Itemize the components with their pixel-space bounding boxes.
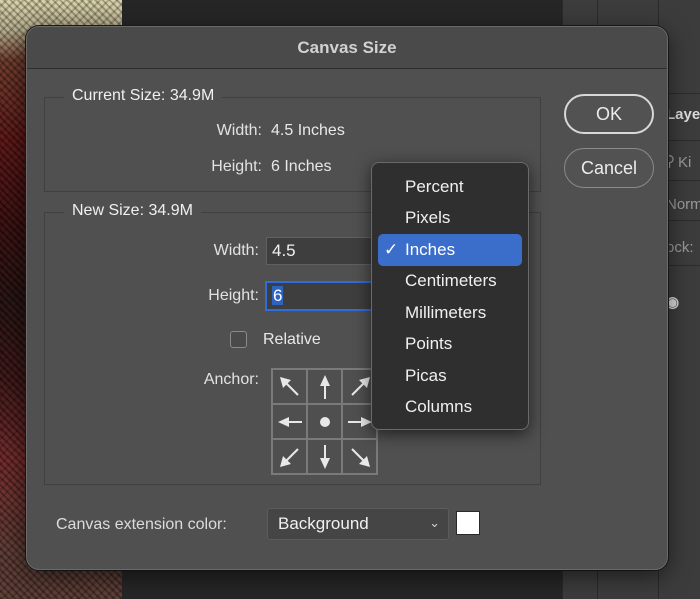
menu-item-points[interactable]: Points	[378, 329, 522, 361]
ok-button-label: OK	[595, 103, 622, 124]
anchor-center[interactable]	[307, 404, 342, 439]
arrow-up-icon	[319, 374, 330, 399]
anchor-top[interactable]	[307, 369, 342, 404]
lock-label: ock:	[666, 239, 694, 256]
width-input[interactable]: 4.5	[266, 237, 386, 265]
unit-dropdown-menu: Percent Pixels ✓ Inches Centimeters Mill…	[371, 162, 529, 430]
current-height-value: 6 Inches	[271, 158, 332, 175]
new-width-label: Width:	[213, 242, 259, 259]
dialog-titlebar: Canvas Size	[27, 27, 667, 69]
arrow-down-left-icon	[279, 447, 299, 467]
arrow-down-icon	[319, 444, 330, 469]
extension-color-swatch[interactable]	[456, 511, 480, 535]
anchor-left[interactable]	[272, 404, 307, 439]
menu-item-label: Pixels	[405, 208, 451, 228]
checkmark-icon: ✓	[384, 239, 399, 259]
arrow-up-left-icon	[279, 376, 299, 396]
extension-color-select[interactable]: Background ⌄	[267, 508, 449, 540]
dialog-title: Canvas Size	[297, 37, 397, 57]
anchor-grid	[271, 368, 378, 475]
menu-item-columns[interactable]: Columns	[378, 392, 522, 424]
arrow-up-right-icon	[350, 376, 370, 396]
width-input-value: 4.5	[272, 241, 296, 260]
menu-item-label: Columns	[405, 397, 473, 417]
cancel-button[interactable]: Cancel	[564, 148, 654, 188]
layers-panel-title: Laye	[666, 106, 700, 123]
menu-item-label: Millimeters	[405, 302, 487, 322]
ok-button[interactable]: OK	[564, 94, 654, 134]
layers-search-text: Ki	[678, 154, 692, 171]
new-height-label: Height:	[208, 287, 259, 304]
new-size-title: New Size: 34.9M	[64, 202, 201, 220]
menu-item-label: Points	[405, 334, 453, 354]
arrow-down-right-icon	[350, 447, 370, 467]
extension-color-value: Background	[278, 514, 369, 533]
menu-item-label: Picas	[405, 365, 447, 385]
extension-color-label: Canvas extension color:	[56, 516, 227, 533]
current-width-label: Width:	[216, 122, 262, 139]
menu-item-label: Percent	[405, 176, 464, 196]
chevron-down-icon: ⌄	[429, 515, 440, 530]
arrow-left-icon	[277, 416, 302, 427]
relative-label: Relative	[263, 331, 321, 348]
relative-checkbox[interactable]	[230, 331, 247, 348]
anchor-top-left[interactable]	[272, 369, 307, 404]
menu-item-label: Inches	[405, 239, 456, 259]
cancel-button-label: Cancel	[580, 157, 638, 178]
canvas-size-dialog: Canvas Size Current Size: 34.9M Width: 4…	[26, 26, 668, 570]
current-size-title: Current Size: 34.9M	[64, 87, 223, 105]
anchor-label: Anchor:	[203, 371, 259, 388]
current-width-value: 4.5 Inches	[271, 122, 345, 139]
menu-item-millimeters[interactable]: Millimeters	[378, 297, 522, 329]
menu-item-pixels[interactable]: Pixels	[378, 203, 522, 235]
anchor-bottom-right[interactable]	[342, 439, 377, 474]
menu-item-label: Centimeters	[405, 271, 497, 291]
height-input[interactable]: 6	[265, 281, 387, 311]
dot-icon	[319, 416, 330, 427]
menu-item-centimeters[interactable]: Centimeters	[378, 266, 522, 298]
blend-mode-label: Norm	[666, 196, 700, 213]
menu-item-inches[interactable]: ✓ Inches	[378, 234, 522, 266]
height-input-value: 6	[272, 286, 284, 305]
arrow-right-icon	[347, 416, 372, 427]
anchor-bottom[interactable]	[307, 439, 342, 474]
menu-item-picas[interactable]: Picas	[378, 360, 522, 392]
anchor-bottom-left[interactable]	[272, 439, 307, 474]
menu-item-percent[interactable]: Percent	[378, 171, 522, 203]
current-height-label: Height:	[211, 158, 262, 175]
